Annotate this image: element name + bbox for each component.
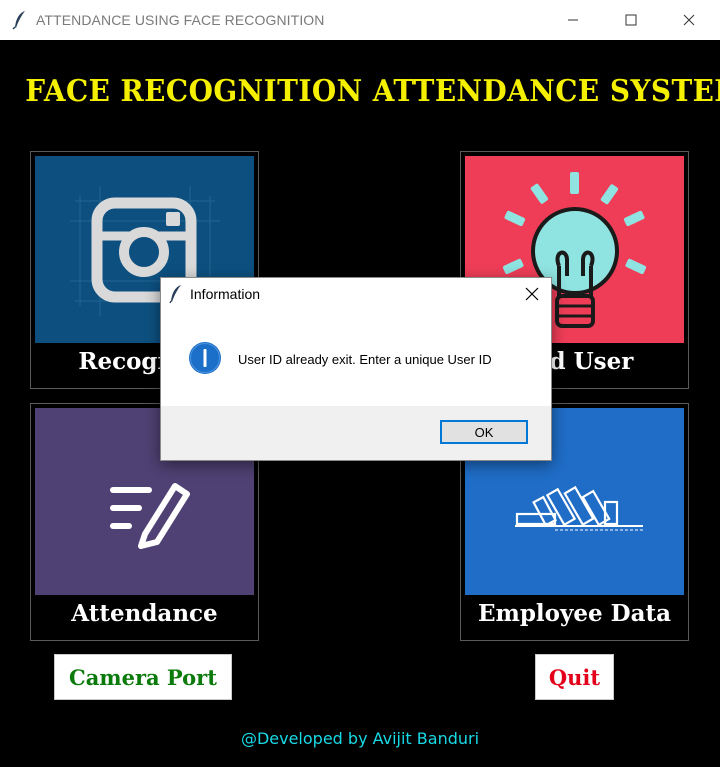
minimize-icon: [568, 19, 578, 21]
dialog-footer: OK: [161, 406, 551, 460]
maximize-icon: [625, 14, 637, 26]
ok-button[interactable]: OK: [440, 420, 528, 444]
information-dialog: Information User ID already exit. Enter …: [160, 277, 552, 461]
minimize-button[interactable]: [544, 0, 602, 40]
close-button[interactable]: [660, 0, 718, 40]
employee-data-label: Employee Data: [477, 600, 672, 627]
close-icon: [525, 287, 539, 301]
camera-port-button[interactable]: Camera Port: [54, 654, 232, 700]
window-titlebar: ATTENDANCE USING FACE RECOGNITION: [0, 0, 720, 40]
quit-button[interactable]: Quit: [535, 654, 614, 700]
feather-icon: [169, 285, 181, 304]
attendance-label: Attendance: [71, 600, 218, 627]
page-title: FACE RECOGNITION ATTENDANCE SYSTEM: [25, 74, 720, 109]
window-title: ATTENDANCE USING FACE RECOGNITION: [36, 12, 325, 28]
dialog-close-button[interactable]: [513, 278, 551, 310]
dialog-title: Information: [190, 286, 261, 302]
feather-icon: [12, 11, 25, 30]
dialog-message: User ID already exit. Enter a unique Use…: [238, 352, 492, 367]
close-icon: [683, 14, 695, 26]
developer-credit: @Developed by Avijit Banduri: [240, 729, 480, 748]
info-icon: [189, 342, 221, 374]
maximize-button[interactable]: [602, 0, 660, 40]
